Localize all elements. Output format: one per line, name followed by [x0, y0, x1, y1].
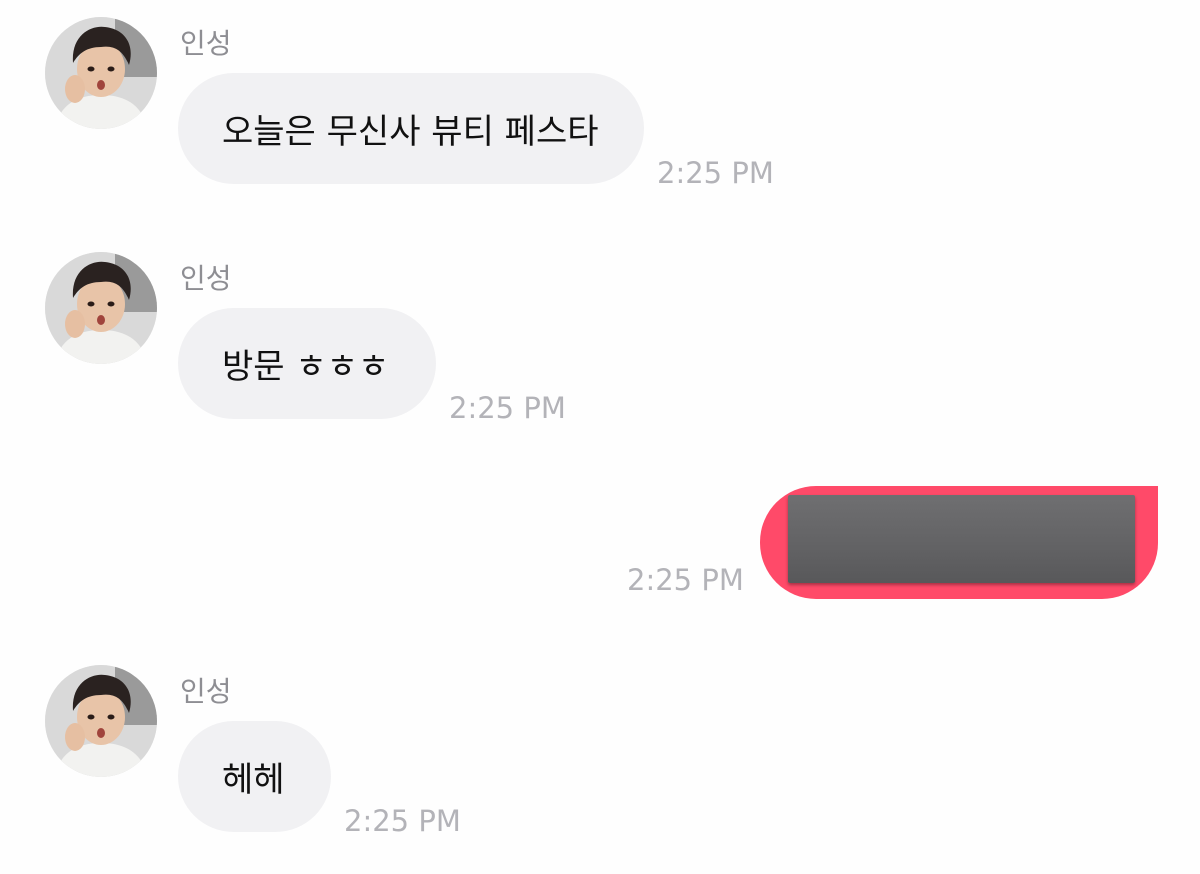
- message-bubble[interactable]: 방문 ㅎㅎㅎ: [178, 308, 436, 419]
- sender-name: 인성: [180, 27, 232, 60]
- avatar-photo-icon: [45, 665, 157, 777]
- message-time: 2:25 PM: [344, 804, 461, 838]
- avatar-photo-icon: [45, 252, 157, 364]
- message-bubble[interactable]: 오늘은 무신사 뷰티 페스타: [178, 73, 644, 184]
- sender-avatar[interactable]: [45, 252, 157, 364]
- message-time: 2:25 PM: [627, 563, 744, 597]
- chat-thread: 인성 오늘은 무신사 뷰티 페스타 2:25 PM 인성 방문 ㅎㅎㅎ 2:25…: [0, 0, 1200, 874]
- message-time: 2:25 PM: [449, 391, 566, 425]
- sender-avatar[interactable]: [45, 665, 157, 777]
- avatar-photo-icon: [45, 17, 157, 129]
- redaction-box: [788, 495, 1135, 583]
- message-time: 2:25 PM: [657, 156, 774, 190]
- message-bubble[interactable]: 헤헤: [178, 721, 331, 832]
- outgoing-message-bubble[interactable]: [760, 486, 1158, 599]
- sender-name: 인성: [180, 262, 232, 295]
- sender-avatar[interactable]: [45, 17, 157, 129]
- sender-name: 인성: [180, 675, 232, 708]
